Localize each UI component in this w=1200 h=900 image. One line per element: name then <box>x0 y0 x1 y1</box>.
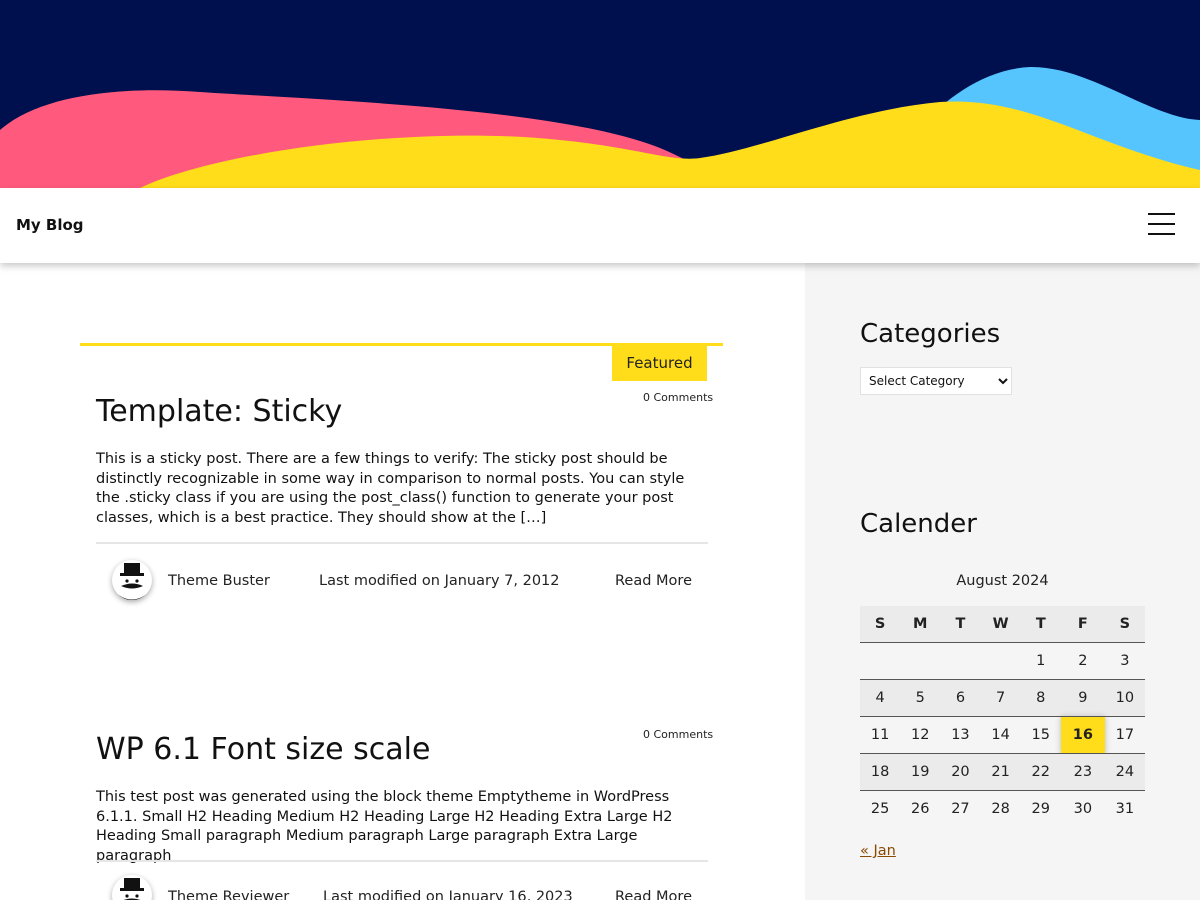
comments-link[interactable]: 0 Comments <box>643 391 713 404</box>
comments-link[interactable]: 0 Comments <box>643 728 713 741</box>
calendar-day: 23 <box>1060 753 1105 791</box>
hamburger-icon[interactable] <box>1148 211 1176 237</box>
calendar-day: 6 <box>940 679 981 717</box>
calendar-day: 22 <box>1020 753 1061 791</box>
read-more-link[interactable]: Read More <box>615 889 692 900</box>
weekday-header: T <box>940 606 981 643</box>
calendar-day: 30 <box>1073 801 1093 817</box>
categories-title: Categories <box>860 319 1001 349</box>
site-header: My Blog <box>0 188 1200 263</box>
author-name: Theme Buster <box>168 573 270 589</box>
calendar-day: 13 <box>940 716 981 754</box>
calendar-week: 4 5 6 7 8 9 10 <box>860 679 1145 717</box>
calendar-day: 2 <box>1060 642 1105 680</box>
calendar-day: 21 <box>980 753 1021 791</box>
weekday-header: F <box>1060 606 1105 643</box>
calendar-day: 18 <box>860 753 901 791</box>
category-select[interactable]: Select Category <box>860 367 1012 395</box>
calendar-week: 18 19 20 21 22 23 24 <box>860 753 1145 791</box>
menu-line <box>1148 223 1175 225</box>
calendar-day <box>940 642 981 680</box>
featured-badge: Featured <box>612 346 707 381</box>
menu-line <box>1148 233 1175 235</box>
calendar-day: 10 <box>1104 679 1145 717</box>
calendar-title: Calender <box>860 509 977 539</box>
calendar-day: 28 <box>991 801 1010 817</box>
weekday-header: S <box>860 606 901 643</box>
calendar-day: 3 <box>1104 642 1145 680</box>
modified-date: Last modified on January 16, 2023 <box>323 889 573 900</box>
site-title[interactable]: My Blog <box>16 216 84 234</box>
weekday-header: M <box>900 606 941 643</box>
calendar-day: 7 <box>980 679 1021 717</box>
post-title[interactable]: WP 6.1 Font size scale <box>96 732 430 767</box>
menu-line <box>1148 213 1175 215</box>
hat-mustache-avatar-icon <box>116 563 148 600</box>
calendar-day: 8 <box>1020 679 1061 717</box>
calendar-day: 20 <box>940 753 981 791</box>
post-title[interactable]: Template: Sticky <box>96 394 342 429</box>
calendar-caption: August 2024 <box>956 573 1049 589</box>
hero-banner <box>0 0 1200 188</box>
calendar-day: 4 <box>860 679 901 717</box>
calendar-day <box>860 642 901 680</box>
weekday-header: S <box>1104 606 1145 643</box>
author-name: Theme Reviewer <box>168 889 290 900</box>
calendar-week: 25 26 27 28 29 30 31 <box>860 791 1145 828</box>
calendar-day <box>980 642 1021 680</box>
calendar-day: 12 <box>900 716 941 754</box>
calendar-prev-link[interactable]: « Jan <box>860 843 896 859</box>
calendar-day: 29 <box>1031 801 1050 817</box>
post-excerpt: This is a sticky post. There are a few t… <box>96 451 685 526</box>
calendar-day: 26 <box>911 801 930 817</box>
modified-date: Last modified on January 7, 2012 <box>319 573 560 589</box>
read-more-link[interactable]: Read More <box>615 573 692 589</box>
weekday-header: W <box>980 606 1021 643</box>
calendar-day: 31 <box>1115 801 1135 817</box>
calendar-week: 11 12 13 14 15 16 17 <box>860 716 1145 754</box>
hero-waves-graphic <box>0 0 1200 188</box>
post-divider <box>96 860 708 862</box>
calendar-day: 14 <box>980 716 1021 754</box>
calendar-day: 15 <box>1020 716 1061 754</box>
calendar-day: 19 <box>900 753 941 791</box>
weekday-header: T <box>1020 606 1061 643</box>
calendar-day: 17 <box>1104 716 1145 754</box>
main-content: Featured 0 Comments Template: Sticky Thi… <box>0 263 805 900</box>
calendar-table: S M T W T F S 1 2 3 4 5 6 7 8 9 10 11 12… <box>860 606 1145 827</box>
calendar-day: 25 <box>870 801 890 817</box>
calendar-day: 11 <box>860 716 901 754</box>
calendar-day: 27 <box>951 801 970 817</box>
calendar-day: 9 <box>1060 679 1105 717</box>
post-excerpt: This test post was generated using the b… <box>96 789 673 864</box>
calendar-day: 1 <box>1020 642 1061 680</box>
calendar-week: 1 2 3 <box>860 642 1145 680</box>
post-divider <box>96 542 708 544</box>
sidebar: Categories Select Category Calender Augu… <box>805 263 1200 900</box>
calendar-day-today: 16 <box>1060 716 1105 754</box>
calendar-day: 24 <box>1104 753 1145 791</box>
author-avatar <box>112 875 152 900</box>
calendar-day <box>900 642 941 680</box>
calendar-day: 5 <box>900 679 941 717</box>
hat-mustache-avatar-icon <box>120 878 144 900</box>
author-avatar <box>112 560 152 600</box>
